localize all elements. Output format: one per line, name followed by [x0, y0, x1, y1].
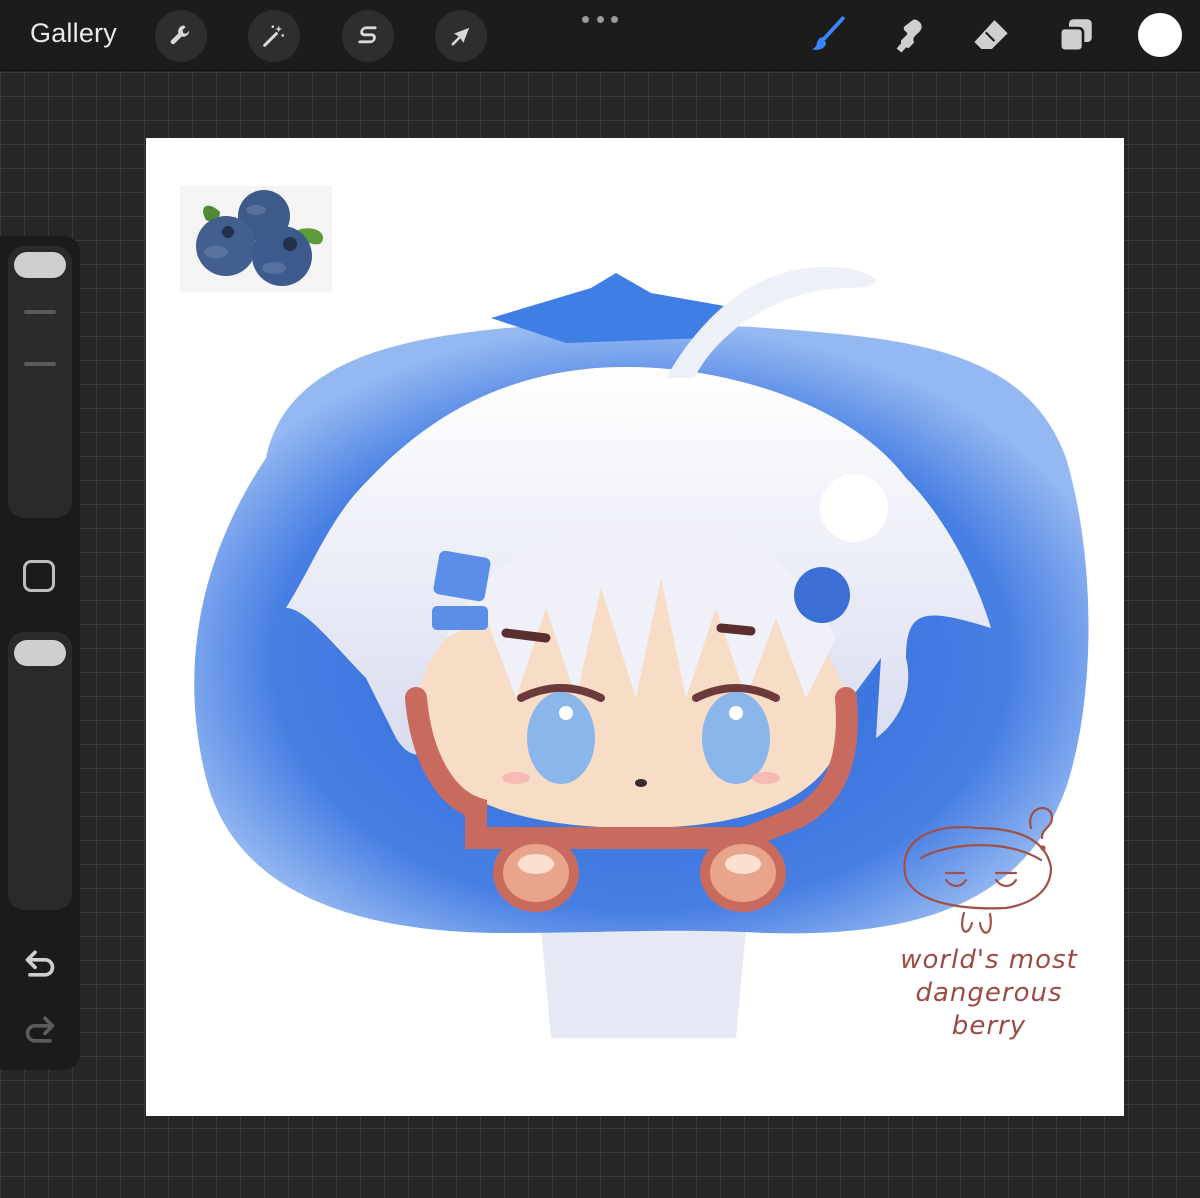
brush-tool-button[interactable]	[804, 12, 850, 58]
brush-size-slider[interactable]	[8, 246, 72, 518]
transform-button[interactable]	[435, 10, 487, 62]
slider-tick	[24, 310, 56, 314]
eraser-tool-button[interactable]	[968, 12, 1014, 58]
magic-wand-icon	[263, 25, 285, 47]
caption-line: dangerous	[915, 978, 1063, 1008]
layers-button[interactable]	[1053, 12, 1099, 58]
caption-line: world's most	[900, 945, 1078, 975]
ellipsis-icon	[582, 15, 589, 23]
opacity-slider[interactable]	[8, 632, 72, 910]
artwork-caption: world's most dangerous berry	[874, 944, 1104, 1043]
gallery-button[interactable]: Gallery	[30, 18, 117, 49]
slider-tick	[24, 362, 56, 366]
brush-size-thumb[interactable]	[14, 252, 66, 278]
arrow-cursor-icon	[451, 27, 470, 46]
eraser-icon	[974, 20, 1008, 49]
caption-line: berry	[951, 1011, 1027, 1041]
more-options-button[interactable]	[582, 14, 618, 24]
layers-icon	[1058, 19, 1092, 53]
wrench-icon	[170, 25, 190, 45]
square-icon[interactable]	[23, 560, 55, 592]
brush-icon	[812, 16, 845, 50]
color-picker-button[interactable]	[1138, 13, 1182, 57]
opacity-thumb[interactable]	[14, 640, 66, 666]
undo-icon[interactable]	[20, 944, 60, 984]
top-toolbar: Gallery	[0, 0, 1200, 71]
left-sidebar	[0, 236, 80, 1070]
selection-s-icon	[358, 26, 377, 44]
smudge-finger-icon	[896, 19, 922, 53]
redo-icon[interactable]	[20, 1010, 60, 1050]
actions-button[interactable]	[155, 10, 207, 62]
smudge-tool-button[interactable]	[886, 12, 932, 58]
adjustments-button[interactable]	[248, 10, 300, 62]
drawing-canvas[interactable]: world's most dangerous berry	[146, 138, 1124, 1116]
selection-button[interactable]	[342, 10, 394, 62]
